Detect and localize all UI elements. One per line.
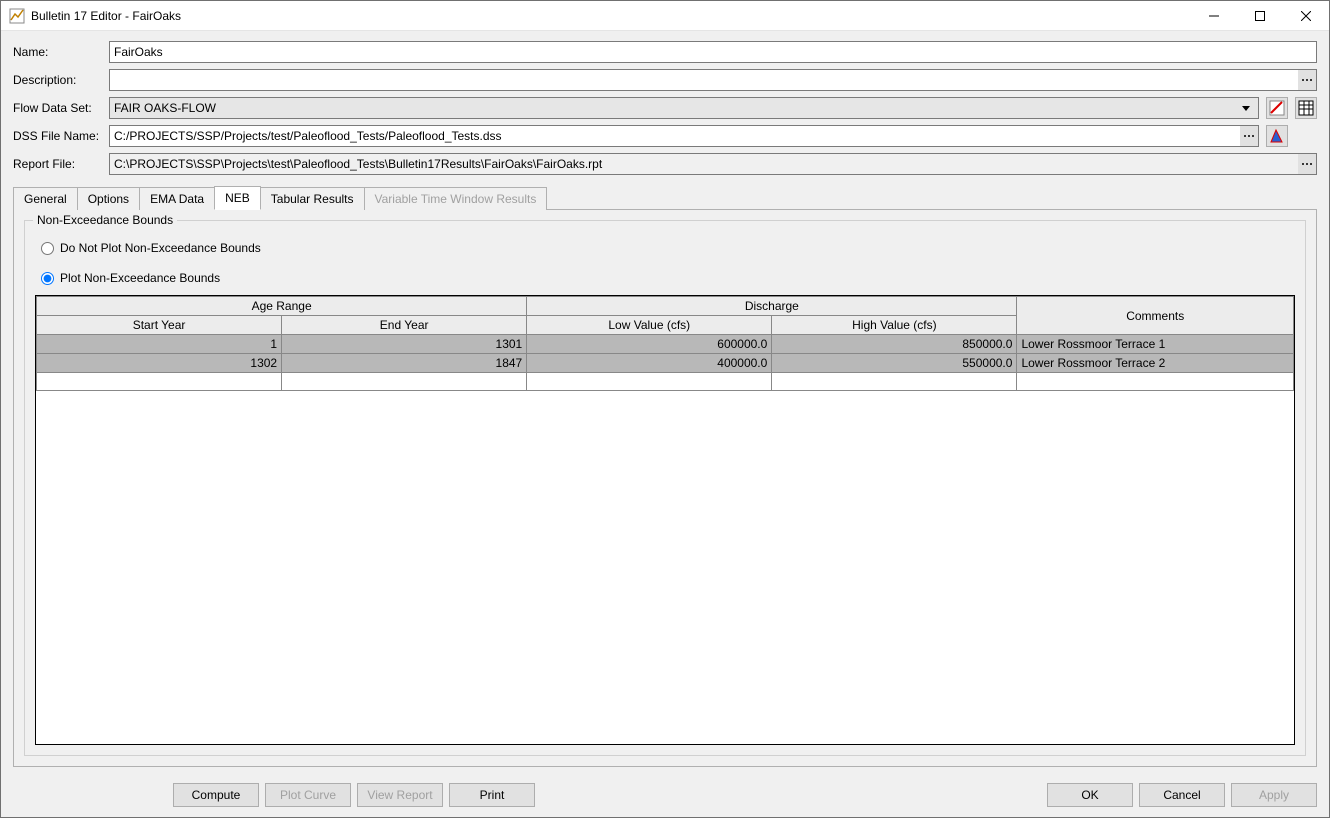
titlebar: Bulletin 17 Editor - FairOaks — [1, 1, 1329, 31]
radio-plot-label: Plot Non-Exceedance Bounds — [60, 271, 220, 285]
flow-data-set-label: Flow Data Set: — [13, 101, 105, 115]
non-exceedance-bounds-group: Non-Exceedance Bounds Do Not Plot Non-Ex… — [24, 220, 1306, 756]
app-icon — [9, 8, 25, 24]
radio-do-not-plot-label: Do Not Plot Non-Exceedance Bounds — [60, 241, 261, 255]
report-file-label: Report File: — [13, 157, 105, 171]
cell-high-value[interactable]: 550000.0 — [772, 354, 1017, 373]
cell-comment[interactable]: Lower Rossmoor Terrace 1 — [1017, 335, 1294, 354]
tab-general[interactable]: General — [13, 187, 78, 210]
cancel-button[interactable]: Cancel — [1139, 783, 1225, 807]
compute-button[interactable]: Compute — [173, 783, 259, 807]
col-discharge: Discharge — [527, 297, 1017, 316]
chevron-down-icon — [1238, 101, 1254, 115]
minimize-button[interactable] — [1191, 1, 1237, 31]
tab-variable-time-window: Variable Time Window Results — [364, 187, 548, 210]
table-row[interactable]: 1302 1847 400000.0 550000.0 Lower Rossmo… — [37, 354, 1294, 373]
cell-end-year[interactable]: 1301 — [282, 335, 527, 354]
flow-data-set-select[interactable]: FAIR OAKS-FLOW — [109, 97, 1259, 119]
group-title: Non-Exceedance Bounds — [33, 213, 177, 227]
report-file-browse-button[interactable] — [1298, 154, 1316, 174]
report-file-input[interactable] — [109, 153, 1317, 175]
name-label: Name: — [13, 45, 105, 59]
cell-high-value[interactable] — [772, 373, 1017, 391]
cell-low-value[interactable] — [527, 373, 772, 391]
tab-ema-data[interactable]: EMA Data — [139, 187, 215, 210]
plot-curve-button: Plot Curve — [265, 783, 351, 807]
cell-start-year[interactable]: 1302 — [37, 354, 282, 373]
cell-low-value[interactable]: 600000.0 — [527, 335, 772, 354]
cell-start-year[interactable]: 1 — [37, 335, 282, 354]
tab-panel-neb: Non-Exceedance Bounds Do Not Plot Non-Ex… — [13, 209, 1317, 767]
radio-do-not-plot-input[interactable] — [41, 242, 54, 255]
tab-strip: General Options EMA Data NEB Tabular Res… — [1, 185, 1329, 209]
col-age-range: Age Range — [37, 297, 527, 316]
table-row-empty[interactable] — [37, 373, 1294, 391]
radio-do-not-plot[interactable]: Do Not Plot Non-Exceedance Bounds — [41, 241, 1295, 255]
window-title: Bulletin 17 Editor - FairOaks — [31, 9, 1191, 23]
cell-end-year[interactable] — [282, 373, 527, 391]
view-report-button: View Report — [357, 783, 443, 807]
dss-file-label: DSS File Name: — [13, 129, 105, 143]
neb-table-wrap: Age Range Discharge Comments Start Year … — [35, 295, 1295, 745]
dss-file-input[interactable] — [109, 125, 1259, 147]
flow-data-set-value: FAIR OAKS-FLOW — [114, 101, 216, 115]
plot-icon-button[interactable] — [1266, 97, 1288, 119]
close-button[interactable] — [1283, 1, 1329, 31]
col-low-value: Low Value (cfs) — [527, 316, 772, 335]
dss-file-browse-button[interactable] — [1240, 126, 1258, 146]
tab-neb[interactable]: NEB — [214, 186, 261, 210]
ok-button[interactable]: OK — [1047, 783, 1133, 807]
cell-low-value[interactable]: 400000.0 — [527, 354, 772, 373]
description-expand-button[interactable] — [1298, 70, 1316, 90]
col-comments: Comments — [1017, 297, 1294, 335]
radio-plot[interactable]: Plot Non-Exceedance Bounds — [41, 271, 1295, 285]
col-end-year: End Year — [282, 316, 527, 335]
tab-tabular-results[interactable]: Tabular Results — [260, 187, 365, 210]
description-label: Description: — [13, 73, 105, 87]
table-icon-button[interactable] — [1295, 97, 1317, 119]
name-input[interactable] — [109, 41, 1317, 63]
cell-start-year[interactable] — [37, 373, 282, 391]
tab-options[interactable]: Options — [77, 187, 140, 210]
table-row[interactable]: 1 1301 600000.0 850000.0 Lower Rossmoor … — [37, 335, 1294, 354]
neb-table[interactable]: Age Range Discharge Comments Start Year … — [36, 296, 1294, 391]
radio-plot-input[interactable] — [41, 272, 54, 285]
description-input[interactable] — [109, 69, 1317, 91]
cell-end-year[interactable]: 1847 — [282, 354, 527, 373]
apply-button: Apply — [1231, 783, 1317, 807]
cell-comment[interactable] — [1017, 373, 1294, 391]
col-high-value: High Value (cfs) — [772, 316, 1017, 335]
cell-high-value[interactable]: 850000.0 — [772, 335, 1017, 354]
distribution-icon-button[interactable] — [1266, 125, 1288, 147]
print-button[interactable]: Print — [449, 783, 535, 807]
button-bar: Compute Plot Curve View Report Print OK … — [1, 775, 1329, 817]
cell-comment[interactable]: Lower Rossmoor Terrace 2 — [1017, 354, 1294, 373]
col-start-year: Start Year — [37, 316, 282, 335]
maximize-button[interactable] — [1237, 1, 1283, 31]
